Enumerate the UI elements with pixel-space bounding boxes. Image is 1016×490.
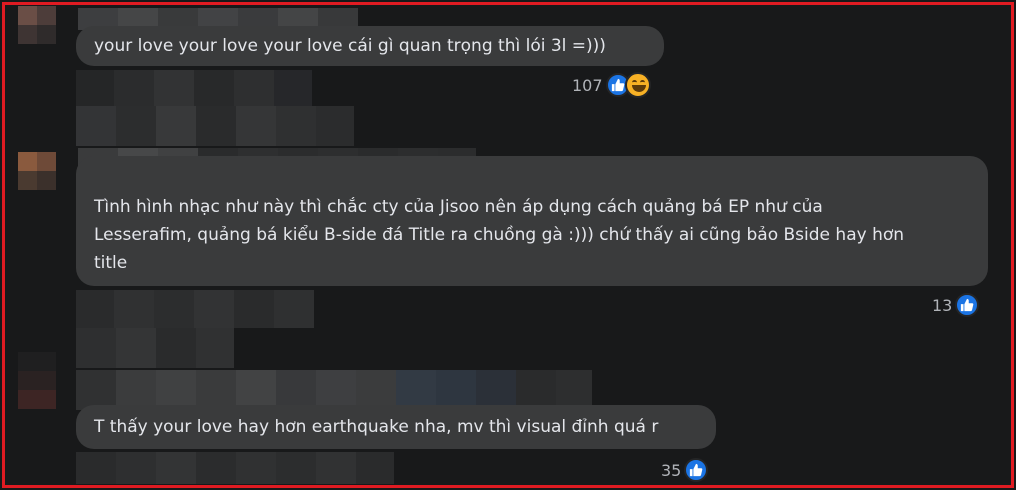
comment-bubble: your love your love your love cái gì qua… [76,26,664,66]
reaction-count: 35 [661,460,682,480]
haha-icon [624,72,651,98]
reaction-summary[interactable]: 13 [932,293,980,317]
comment-text: your love your love your love cái gì qua… [94,36,606,56]
reaction-count: 13 [932,295,953,315]
blurred-content [76,106,354,146]
reaction-summary[interactable]: 107 [572,72,651,98]
comment-text-line: Tình hình nhạc như này thì chắc cty của … [94,197,823,217]
blurred-content [76,70,312,106]
reaction-count: 107 [572,75,603,95]
avatar[interactable] [18,6,56,44]
comment-text: T thấy your love hay hơn earthquake nha,… [94,417,659,437]
comment-text-line: title [94,253,128,273]
avatar[interactable] [18,352,56,409]
blurred-content [76,328,234,368]
reaction-summary[interactable]: 35 [661,458,709,482]
blurred-content [76,290,314,328]
like-icon [684,458,709,482]
blurred-content [76,452,394,484]
avatar[interactable] [18,152,56,190]
comment-bubble: T thấy your love hay hơn earthquake nha,… [76,405,716,449]
comment-text-line: Lesserafim, quảng bá kiểu B-side đá Titl… [94,225,905,245]
comment-bubble: Tình hình nhạc như này thì chắc cty của … [76,156,988,286]
blurred-username [76,370,592,410]
like-icon [955,293,980,317]
